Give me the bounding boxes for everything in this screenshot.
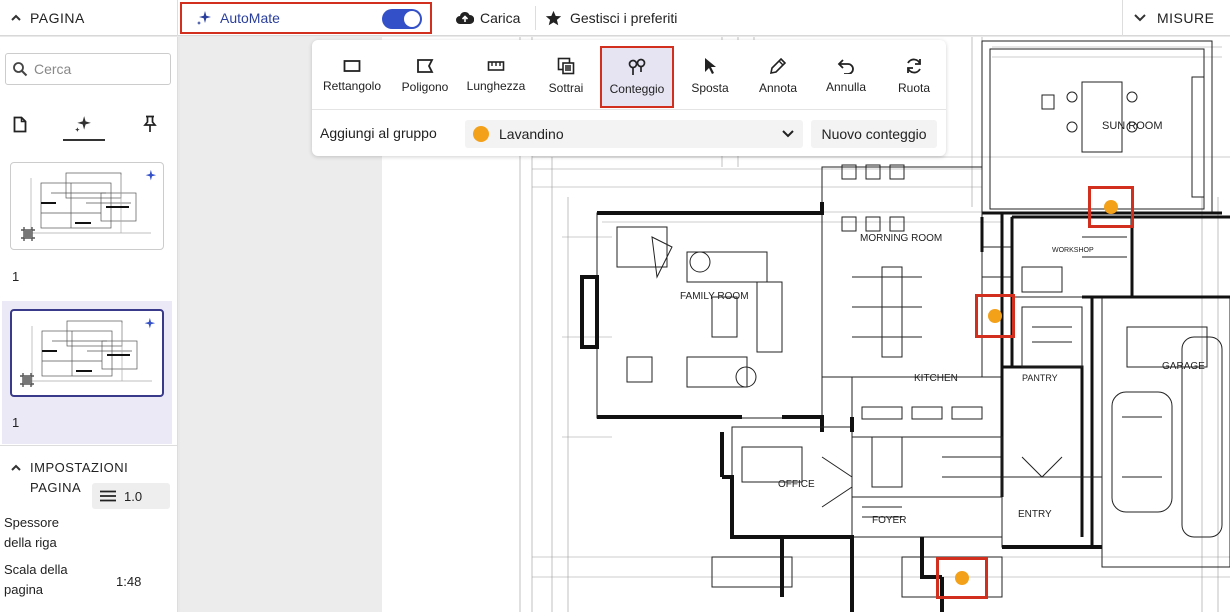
upload-button[interactable]: Carica xyxy=(456,0,520,36)
tab-automate[interactable] xyxy=(63,107,105,141)
cursor-icon xyxy=(705,58,716,74)
search-box[interactable] xyxy=(5,53,171,85)
count-marker[interactable] xyxy=(975,294,1015,338)
tool-row: Rettangolo Poligono Lunghezza Sottrai Co… xyxy=(312,40,946,110)
grid-icon xyxy=(20,373,34,387)
room-label: PANTRY xyxy=(1022,373,1058,383)
sparkle-icon xyxy=(144,317,156,329)
group-row: Aggiungi al gruppo Lavandino Nuovo conte… xyxy=(312,118,946,148)
count-marker[interactable] xyxy=(1088,186,1134,228)
tool-label: Sposta xyxy=(691,81,729,95)
sparkle-icon xyxy=(197,11,211,25)
room-label: KITCHEN xyxy=(914,373,958,384)
document-icon xyxy=(13,116,27,132)
add-to-group-label: Aggiungi al gruppo xyxy=(320,125,437,141)
new-count-button[interactable]: Nuovo conteggio xyxy=(811,120,937,148)
tool-length[interactable]: Lunghezza xyxy=(462,46,530,106)
tool-rectangle[interactable]: Rettangolo xyxy=(316,46,388,106)
count-icon xyxy=(628,58,646,75)
tool-annotate[interactable]: Annota xyxy=(746,46,810,106)
room-label: FOYER xyxy=(872,515,906,526)
search-icon xyxy=(13,62,28,77)
chevron-down-icon xyxy=(1134,14,1146,22)
line-weight-icon xyxy=(100,490,116,502)
line-thickness-field[interactable]: 1.0 xyxy=(92,483,170,509)
cloud-upload-icon xyxy=(456,11,474,24)
ruler-icon xyxy=(487,61,505,71)
measures-panel-toggle[interactable]: MISURE xyxy=(1122,0,1230,36)
tool-polygon[interactable]: Poligono xyxy=(394,46,456,106)
room-label: FAMILY ROOM xyxy=(680,291,749,302)
measures-panel-title: MISURE xyxy=(1157,10,1215,26)
sidebar-tabs xyxy=(0,107,178,141)
tool-label: Sottrai xyxy=(548,81,584,95)
automate-toggle[interactable] xyxy=(382,9,422,29)
pen-icon xyxy=(769,57,787,75)
page-thumbnail[interactable] xyxy=(10,162,164,250)
page-number: 1 xyxy=(12,269,20,284)
sparkle-icon xyxy=(75,116,91,132)
manage-favorites-label: Gestisci i preferiti xyxy=(570,10,678,26)
room-label: OFFICE xyxy=(778,479,815,490)
rectangle-icon xyxy=(343,60,361,72)
divider xyxy=(535,6,536,30)
grid-icon xyxy=(21,227,35,241)
tool-label: Conteggio xyxy=(609,82,665,96)
count-dot xyxy=(1104,200,1118,214)
rotate-icon xyxy=(907,58,921,74)
line-thickness-value: 1.0 xyxy=(124,488,143,504)
manage-favorites-button[interactable]: Gestisci i preferiti xyxy=(545,0,677,36)
group-color-dot xyxy=(473,126,489,142)
tool-move[interactable]: Sposta xyxy=(680,46,740,106)
measure-toolbar: Rettangolo Poligono Lunghezza Sottrai Co… xyxy=(312,40,946,156)
room-label: ENTRY xyxy=(1018,509,1052,520)
automate-label: AutoMate xyxy=(220,10,280,26)
count-dot xyxy=(988,309,1002,323)
group-select-value: Lavandino xyxy=(499,126,564,142)
tool-label: Annulla xyxy=(825,80,867,94)
tool-label: Ruota xyxy=(897,81,931,95)
count-dot xyxy=(955,571,969,585)
chevron-up-icon xyxy=(11,464,21,471)
polygon-icon xyxy=(417,59,434,73)
page-number: 1 xyxy=(12,415,20,430)
page-thumbnail-selected[interactable] xyxy=(10,309,164,397)
room-label: MORNING ROOM xyxy=(860,233,942,244)
page-panel-toggle[interactable]: PAGINA xyxy=(0,0,178,36)
search-input[interactable] xyxy=(34,61,164,77)
upload-label: Carica xyxy=(480,10,521,26)
room-label: SUN ROOM xyxy=(1102,120,1163,132)
automate-control[interactable]: AutoMate xyxy=(180,2,432,34)
count-marker[interactable] xyxy=(936,557,988,599)
tool-undo[interactable]: Annulla xyxy=(816,46,876,106)
tool-rotate[interactable]: Ruota xyxy=(882,46,946,106)
page-panel-title: PAGINA xyxy=(30,10,85,26)
tool-label: Poligono xyxy=(401,80,449,94)
page-scale-label: Scala della pagina xyxy=(4,562,68,597)
tool-count[interactable]: Conteggio xyxy=(600,46,674,108)
tool-label: Annota xyxy=(758,81,798,95)
chevron-down-icon xyxy=(782,130,794,138)
top-bar: PAGINA AutoMate Carica Gestisci i prefer… xyxy=(0,0,1230,36)
subtract-icon xyxy=(557,57,575,75)
tab-pages[interactable] xyxy=(0,107,40,141)
star-icon xyxy=(545,10,562,25)
chevron-up-icon xyxy=(11,14,21,21)
sparkle-icon xyxy=(145,169,157,181)
toggle-knob xyxy=(404,11,420,27)
room-label: GARAGE xyxy=(1162,361,1205,372)
undo-icon xyxy=(837,59,854,74)
pin-icon xyxy=(143,115,157,132)
page-scale-value[interactable]: 1:48 xyxy=(116,574,141,589)
group-select[interactable]: Lavandino xyxy=(465,120,803,148)
tool-label: Lunghezza xyxy=(466,79,526,93)
tool-label: Rettangolo xyxy=(322,79,382,93)
tool-subtract[interactable]: Sottrai xyxy=(538,46,594,106)
tab-pinned[interactable] xyxy=(130,107,170,141)
line-thickness-label: Spessore della riga xyxy=(4,515,59,550)
room-label: WORKSHOP xyxy=(1052,247,1094,254)
